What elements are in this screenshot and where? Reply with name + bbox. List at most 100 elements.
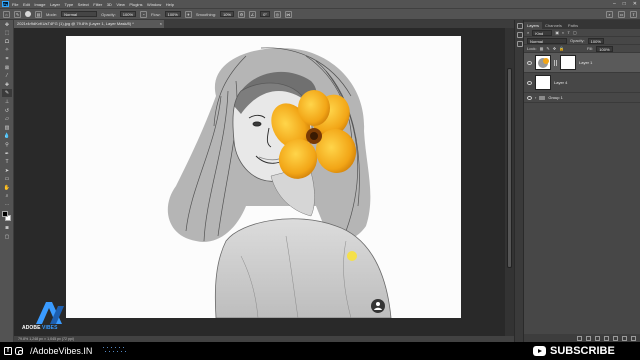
smoothing-options-gear-icon[interactable]: ⚙: [238, 10, 246, 18]
eraser-tool-icon[interactable]: ▱: [2, 115, 12, 123]
search-icon[interactable]: ⌕: [606, 11, 613, 18]
fill-field[interactable]: 100%: [596, 45, 613, 52]
visibility-eye-icon[interactable]: [527, 95, 532, 100]
kind-filter-select[interactable]: Kind: [532, 29, 553, 36]
minimize-icon[interactable]: –: [613, 1, 616, 7]
menu-edit[interactable]: Edit: [23, 2, 30, 7]
type-tool-icon[interactable]: T: [2, 158, 12, 166]
tab-paths[interactable]: Paths: [565, 22, 581, 29]
chevron-right-icon[interactable]: ›: [535, 95, 536, 100]
menu-3d[interactable]: 3D: [107, 2, 112, 7]
gradient-tool-icon[interactable]: ▥: [2, 124, 12, 132]
opacity-field[interactable]: 100%: [119, 11, 137, 17]
menu-file[interactable]: File: [12, 2, 18, 7]
lock-pixels-icon[interactable]: ▦: [540, 46, 544, 51]
menu-image[interactable]: Image: [34, 2, 45, 7]
menu-view[interactable]: View: [116, 2, 125, 7]
layer-name[interactable]: Layer 1: [579, 60, 592, 65]
share-icon[interactable]: ⇪: [630, 11, 637, 18]
filter-adjustment-icon[interactable]: ◐: [562, 30, 564, 35]
hand-tool-icon[interactable]: ✋: [2, 184, 12, 192]
mask-link-icon[interactable]: [554, 59, 557, 66]
libraries-panel-icon[interactable]: [517, 41, 523, 47]
history-brush-tool-icon[interactable]: ↺: [2, 107, 12, 115]
filter-shape-icon[interactable]: ▢: [573, 30, 577, 35]
tab-channels[interactable]: Channels: [542, 22, 565, 29]
screen-mode-icon[interactable]: ▢: [2, 233, 12, 241]
link-layers-icon[interactable]: [577, 335, 582, 341]
menu-plugins[interactable]: Plugins: [129, 2, 142, 7]
layer-row-layer-4[interactable]: Layer 4: [524, 73, 640, 93]
angle-field[interactable]: 0°: [260, 11, 270, 17]
crop-tool-icon[interactable]: ⌗: [2, 55, 12, 63]
close-tab-icon[interactable]: ×: [160, 20, 162, 28]
filter-type-icon[interactable]: T: [567, 30, 569, 35]
pen-tool-icon[interactable]: ✒: [2, 150, 12, 158]
symmetry-icon[interactable]: ⋈: [284, 10, 292, 18]
menu-filter[interactable]: Filter: [93, 2, 102, 7]
menu-layer[interactable]: Layer: [50, 2, 60, 7]
path-selection-tool-icon[interactable]: ➤: [2, 167, 12, 175]
more-tools-icon[interactable]: ⋯: [2, 201, 12, 209]
airbrush-icon[interactable]: ✈: [184, 10, 192, 18]
close-icon[interactable]: ✕: [633, 1, 637, 7]
vertical-scrollbar[interactable]: [505, 28, 514, 336]
color-swatches[interactable]: [0, 210, 13, 224]
brush-preset-picker[interactable]: [25, 11, 31, 17]
maximize-icon[interactable]: □: [623, 1, 626, 7]
brush-tool-icon[interactable]: ✎: [14, 10, 21, 18]
zoom-tool-icon[interactable]: ⌕: [2, 192, 12, 200]
lasso-tool-icon[interactable]: ᗝ: [2, 38, 12, 46]
lock-paint-icon[interactable]: ✎: [546, 46, 549, 51]
angle-icon[interactable]: ∠: [249, 10, 257, 18]
smoothing-field[interactable]: 10%: [220, 11, 235, 17]
layer-mask-thumbnail[interactable]: [560, 55, 576, 70]
lock-position-icon[interactable]: ✥: [553, 46, 556, 51]
menu-help[interactable]: Help: [166, 2, 174, 7]
eyedropper-tool-icon[interactable]: ⁄: [2, 72, 12, 80]
mode-select[interactable]: Normal: [61, 11, 98, 17]
new-layer-icon[interactable]: [622, 335, 627, 341]
layer-row-layer-1[interactable]: Layer 1: [524, 53, 640, 73]
rectangle-tool-icon[interactable]: ▭: [2, 175, 12, 183]
frame-tool-icon[interactable]: ⊠: [2, 64, 12, 72]
panel-opacity-field[interactable]: 100%: [587, 37, 604, 44]
new-group-icon[interactable]: [613, 335, 618, 341]
pressure-opacity-icon[interactable]: ◔: [140, 10, 148, 18]
home-icon[interactable]: ⌂: [3, 10, 10, 18]
adjustment-layer-icon[interactable]: [604, 335, 609, 341]
menu-select[interactable]: Select: [78, 2, 89, 7]
menu-type[interactable]: Type: [65, 2, 74, 7]
lock-all-icon[interactable]: 🔒: [559, 46, 564, 51]
layer-name[interactable]: Layer 4: [554, 80, 567, 85]
foreground-color-swatch[interactable]: [2, 210, 8, 217]
blur-tool-icon[interactable]: 💧: [2, 132, 12, 140]
blend-mode-select[interactable]: Normal: [527, 37, 567, 44]
properties-panel-icon[interactable]: [517, 23, 523, 29]
add-mask-icon[interactable]: [595, 335, 600, 341]
brush-tool-icon-active[interactable]: ✎: [2, 89, 12, 98]
marquee-tool-icon[interactable]: ⬚: [2, 29, 12, 37]
visibility-eye-icon[interactable]: [527, 80, 532, 85]
filter-pixel-icon[interactable]: ▣: [555, 30, 559, 35]
clone-stamp-tool-icon[interactable]: ⊥: [2, 98, 12, 106]
flow-field[interactable]: 100%: [164, 11, 181, 17]
fx-icon[interactable]: [586, 335, 591, 341]
move-tool-icon[interactable]: ✥: [2, 21, 12, 29]
workspace-icon[interactable]: ▭: [618, 11, 625, 18]
quick-select-tool-icon[interactable]: ✧: [2, 46, 12, 54]
layer-group-row[interactable]: › Group 1: [524, 93, 640, 103]
pressure-size-icon[interactable]: ◎: [273, 10, 281, 18]
tab-layers[interactable]: Layers: [524, 22, 543, 29]
dodge-tool-icon[interactable]: ⚲: [2, 141, 12, 149]
healing-brush-tool-icon[interactable]: ✚: [2, 81, 12, 89]
document-tab[interactable]: 2021r4r9dKvKUsT4FG (1).jpg @ 79.8% (Laye…: [14, 20, 164, 28]
visibility-eye-icon[interactable]: [527, 60, 532, 65]
trash-icon[interactable]: [631, 335, 636, 341]
adjustments-panel-icon[interactable]: [517, 32, 523, 38]
document-canvas[interactable]: [66, 36, 461, 318]
scroll-thumb[interactable]: [507, 68, 512, 268]
menu-window[interactable]: Window: [147, 2, 161, 7]
group-name[interactable]: Group 1: [548, 95, 562, 100]
quick-mask-icon[interactable]: ◙: [2, 224, 12, 232]
